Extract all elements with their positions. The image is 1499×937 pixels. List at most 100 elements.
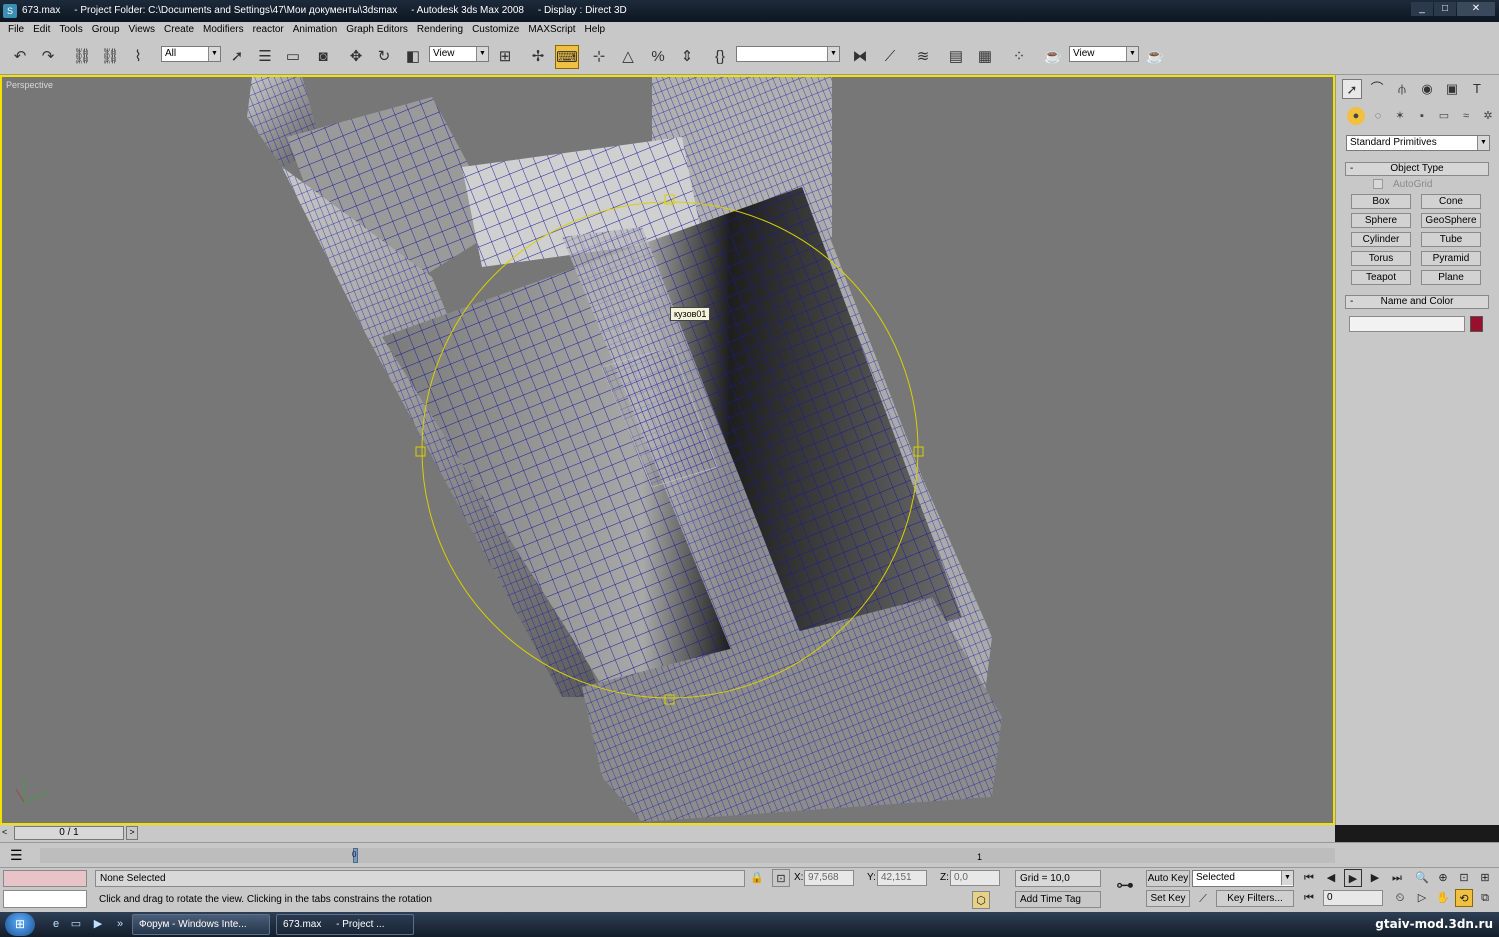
- perspective-viewport[interactable]: Perspective кузов01: [0, 75, 1335, 825]
- time-configuration-icon[interactable]: ⏲: [1391, 889, 1409, 907]
- media-player-icon[interactable]: ▶: [90, 917, 106, 932]
- menu-edit[interactable]: Edit: [29, 22, 55, 39]
- 3dsmax-icon[interactable]: S: [3, 4, 17, 18]
- menu-help[interactable]: Help: [581, 22, 611, 39]
- internet-explorer-icon[interactable]: e: [48, 917, 64, 932]
- x-coordinate-input[interactable]: 97,568: [804, 870, 854, 886]
- sphere-button[interactable]: Sphere: [1351, 213, 1411, 228]
- cylinder-button[interactable]: Cylinder: [1351, 232, 1411, 247]
- material-editor-icon[interactable]: ⁘: [1007, 45, 1031, 69]
- menu-tools[interactable]: Tools: [55, 22, 87, 39]
- menu-create[interactable]: Create: [160, 22, 199, 39]
- tube-button[interactable]: Tube: [1421, 232, 1481, 247]
- pan-view-icon[interactable]: ✋: [1434, 889, 1452, 907]
- motion-tab-icon[interactable]: ◉: [1417, 79, 1437, 99]
- select-by-name-icon[interactable]: ☰: [253, 45, 277, 69]
- maximize-button[interactable]: □: [1434, 2, 1456, 16]
- quick-render-icon[interactable]: ☕: [1143, 45, 1167, 69]
- add-time-tag-button[interactable]: Add Time Tag: [1015, 891, 1101, 908]
- go-to-end-icon[interactable]: ⏭: [1388, 869, 1406, 887]
- select-and-rotate-icon[interactable]: ↻: [372, 45, 396, 69]
- zoom-extents-all-icon[interactable]: ⊞: [1476, 869, 1494, 887]
- default-in-out-tangent-icon[interactable]: ⟋: [1194, 890, 1212, 908]
- quick-launch-more-icon[interactable]: »: [112, 917, 128, 932]
- maxscript-listener-top[interactable]: [3, 870, 87, 887]
- spinner-snap-icon[interactable]: ⇕: [675, 45, 699, 69]
- geometry-icon[interactable]: ●: [1347, 107, 1365, 125]
- teapot-button[interactable]: Teapot: [1351, 270, 1411, 285]
- prev-frame-icon[interactable]: <: [2, 827, 7, 837]
- name-and-color-rollout[interactable]: - Name and Color: [1345, 295, 1489, 309]
- zoom-all-icon[interactable]: ⊕: [1434, 869, 1452, 887]
- lock-icon[interactable]: 🔒: [748, 869, 766, 887]
- schematic-view-icon[interactable]: ▦: [973, 45, 997, 69]
- menu-rendering[interactable]: Rendering: [413, 22, 468, 39]
- menu-group[interactable]: Group: [88, 22, 125, 39]
- arc-rotate-icon[interactable]: ⟲: [1455, 889, 1473, 907]
- autogrid-checkbox[interactable]: [1373, 179, 1383, 189]
- box-button[interactable]: Box: [1351, 194, 1411, 209]
- set-key-button[interactable]: Set Key: [1146, 890, 1190, 907]
- minimize-button[interactable]: _: [1411, 2, 1433, 16]
- set-keys-icon[interactable]: ⊶: [1110, 876, 1140, 900]
- go-to-start-icon[interactable]: ⏮: [1300, 869, 1318, 887]
- current-frame-input[interactable]: 0: [1323, 890, 1383, 906]
- object-type-rollout[interactable]: - Object Type: [1345, 162, 1489, 176]
- y-coordinate-input[interactable]: 42,151: [877, 870, 927, 886]
- undo-icon[interactable]: ↶: [8, 45, 32, 69]
- time-slider-thumb[interactable]: 0 / 1: [14, 826, 124, 840]
- render-setup-icon[interactable]: ☕: [1041, 45, 1065, 69]
- play-icon[interactable]: ▶: [1344, 869, 1362, 887]
- object-name-input[interactable]: [1349, 316, 1465, 332]
- curve-editor-icon[interactable]: ▤: [944, 45, 968, 69]
- layer-manager-icon[interactable]: ≋: [911, 45, 935, 69]
- menu-file[interactable]: File: [4, 22, 29, 39]
- hierarchy-tab-icon[interactable]: ⫛: [1392, 79, 1412, 99]
- named-selection-dropdown[interactable]: ▼: [736, 46, 840, 62]
- key-mode-dropdown[interactable]: Selected ▼: [1192, 870, 1294, 887]
- unlink-icon[interactable]: ⛓: [98, 45, 122, 69]
- redo-icon[interactable]: ↷: [36, 45, 60, 69]
- start-button[interactable]: ⊞: [5, 913, 35, 936]
- key-filters-button[interactable]: Key Filters...: [1216, 890, 1294, 907]
- align-icon[interactable]: ⟋: [878, 45, 902, 69]
- plane-button[interactable]: Plane: [1421, 270, 1481, 285]
- cameras-icon[interactable]: ▪: [1413, 107, 1431, 125]
- track-bar-area[interactable]: 0 1: [40, 848, 1335, 863]
- display-tab-icon[interactable]: ▣: [1442, 79, 1462, 99]
- torus-button[interactable]: Torus: [1351, 251, 1411, 266]
- select-and-move-icon[interactable]: ✥: [344, 45, 368, 69]
- category-dropdown[interactable]: Standard Primitives ▼: [1346, 135, 1490, 151]
- reference-coord-dropdown[interactable]: View ▼: [429, 46, 489, 62]
- select-object-icon[interactable]: ➚: [225, 45, 249, 69]
- modify-tab-icon[interactable]: ⌒: [1367, 79, 1387, 99]
- mirror-icon[interactable]: ⧓: [848, 45, 872, 69]
- auto-key-button[interactable]: Auto Key: [1146, 870, 1190, 887]
- maxscript-listener-bottom[interactable]: [3, 890, 87, 908]
- lights-icon[interactable]: ✶: [1391, 107, 1409, 125]
- selection-filter-dropdown[interactable]: All ▼: [161, 46, 221, 62]
- field-of-view-icon[interactable]: ▷: [1413, 889, 1431, 907]
- select-and-scale-icon[interactable]: ◧: [401, 45, 425, 69]
- taskbar-item-forum[interactable]: Форум - Windows Inte...: [132, 914, 270, 935]
- close-button[interactable]: ✕: [1457, 2, 1495, 16]
- menu-views[interactable]: Views: [125, 22, 161, 39]
- zoom-extents-icon[interactable]: ⊡: [1455, 869, 1473, 887]
- menu-modifiers[interactable]: Modifiers: [199, 22, 249, 39]
- key-mode-toggle-icon[interactable]: ⏮: [1300, 889, 1318, 907]
- menu-maxscript[interactable]: MAXScript: [524, 22, 580, 39]
- menu-animation[interactable]: Animation: [289, 22, 342, 39]
- show-desktop-icon[interactable]: ▭: [68, 917, 84, 932]
- bind-to-space-warp-icon[interactable]: ⌇: [126, 45, 150, 69]
- z-coordinate-input[interactable]: 0,0: [950, 870, 1000, 886]
- edit-named-selection-icon[interactable]: {}: [708, 45, 732, 69]
- snap-toggle-icon[interactable]: ⊹: [587, 45, 611, 69]
- curve-editor-mini-icon[interactable]: ☰: [10, 847, 23, 864]
- taskbar-item-3dsmax[interactable]: 673.max - Project ...: [276, 914, 414, 935]
- time-slider[interactable]: < 0 / 1 >: [0, 825, 1335, 842]
- helpers-icon[interactable]: ▭: [1435, 107, 1453, 125]
- menu-graph-editors[interactable]: Graph Editors: [342, 22, 413, 39]
- space-warps-icon[interactable]: ≈: [1457, 107, 1475, 125]
- select-and-link-icon[interactable]: ⛓: [70, 45, 94, 69]
- create-tab-icon[interactable]: ➚: [1342, 79, 1362, 99]
